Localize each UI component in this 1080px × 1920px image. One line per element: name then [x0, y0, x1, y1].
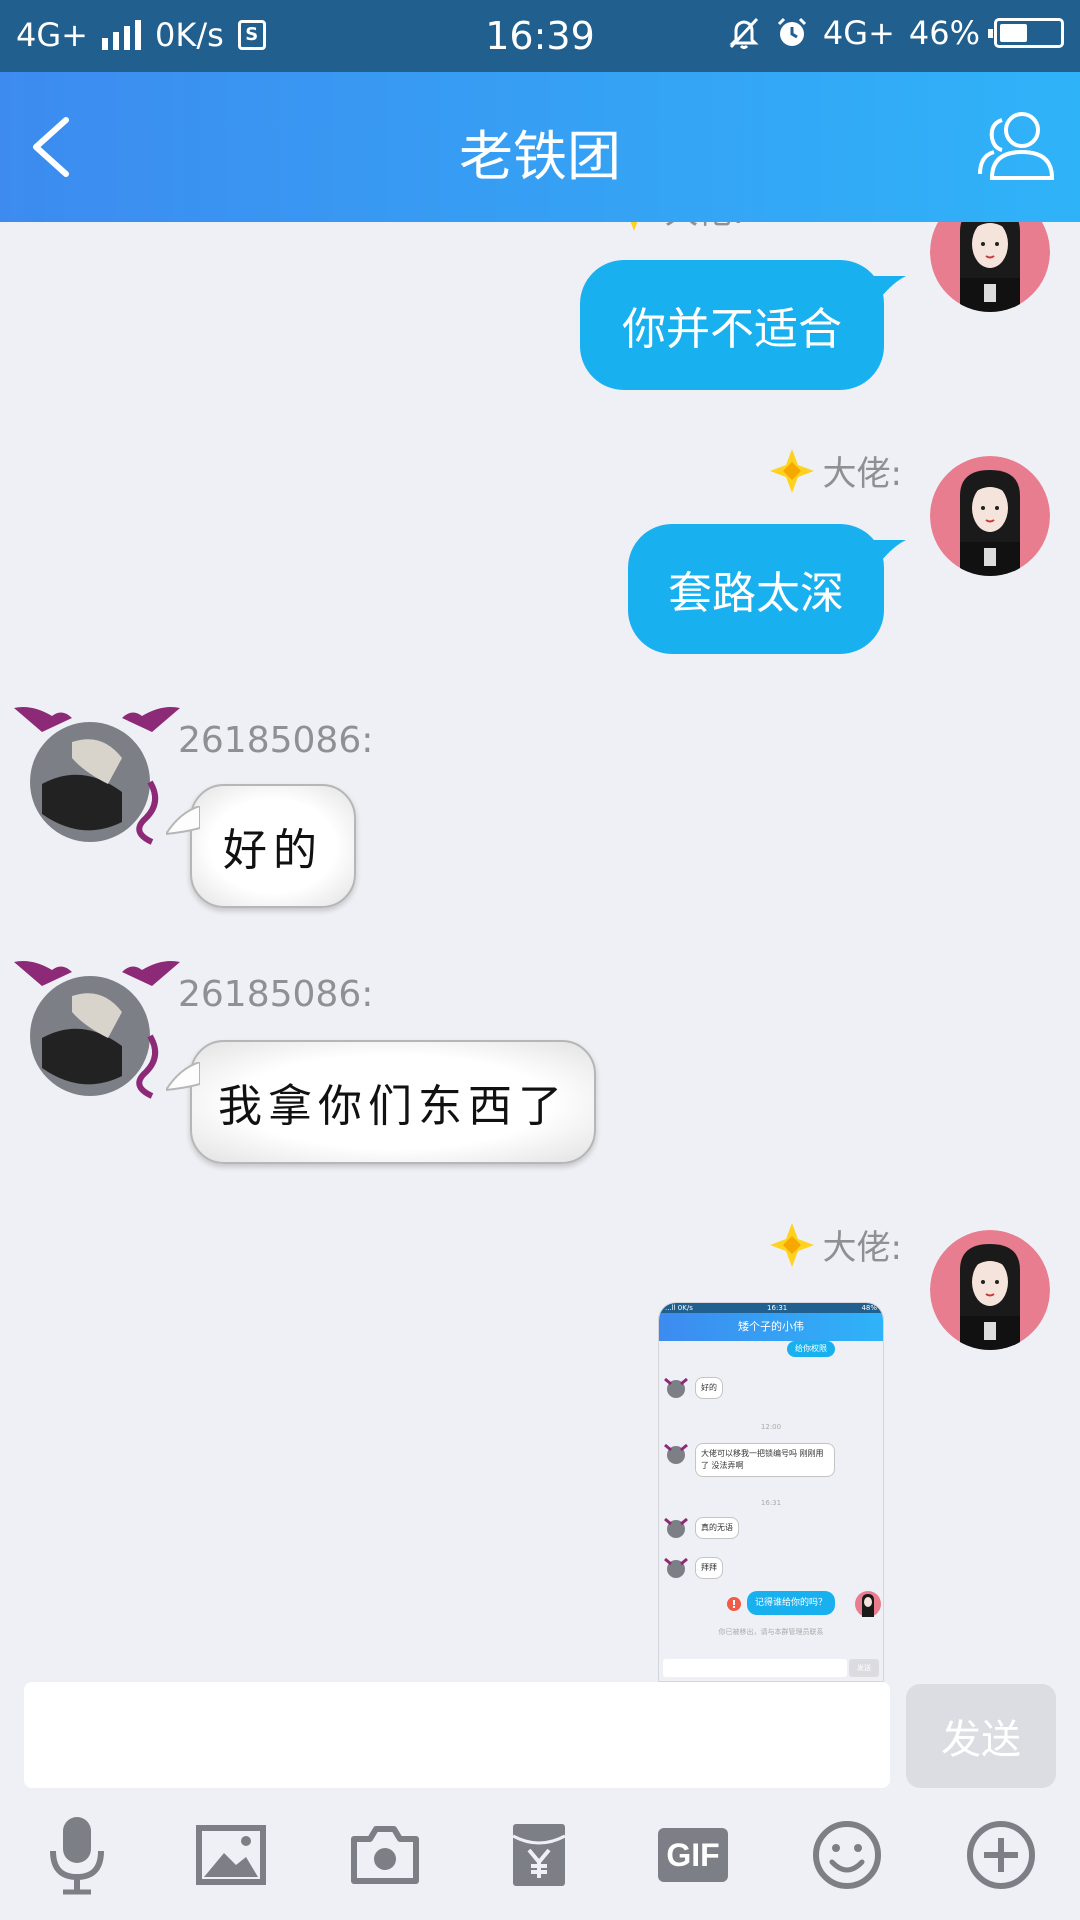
- devil-avatar-icon[interactable]: [12, 702, 182, 852]
- input-toolbar: GIF: [0, 1810, 1080, 1910]
- thumb-avatar-icon: [855, 1591, 881, 1617]
- thumb-bubble: 大佬可以移我一把锁编号吗 刚刚用了 没法弄啊: [695, 1443, 835, 1477]
- star-badge-icon: [769, 448, 814, 493]
- image-message[interactable]: ...ll 0K/s 16:31 48% 矮个子的小伟 给你权限 好的 12:0…: [658, 1302, 884, 1682]
- group-members-icon[interactable]: [976, 108, 1056, 184]
- thumb-bubble: 真的无语: [695, 1517, 739, 1539]
- message-input[interactable]: [24, 1682, 890, 1788]
- sender-label: 大佬:: [611, 222, 744, 233]
- sender-label: 大佬:: [769, 1220, 902, 1269]
- thumb-avatar-icon: [664, 1443, 688, 1464]
- microphone-icon[interactable]: [32, 1810, 122, 1900]
- thumb-send: 发送: [849, 1659, 879, 1677]
- thumb-avatar-icon: [664, 1557, 688, 1578]
- sender-label: 大佬:: [769, 446, 902, 495]
- plus-icon[interactable]: [956, 1810, 1046, 1900]
- message-bubble[interactable]: 我拿你们东西了: [166, 1040, 596, 1164]
- thumb-notice: 你已被移出，请与本群管理员联系: [718, 1628, 824, 1636]
- thumb-time: 16:31: [760, 1499, 782, 1507]
- message-bubble[interactable]: 你并不适合: [580, 260, 906, 390]
- status-bar: 4G+ 0K/s S 16:39 4G+ 46%: [0, 0, 1080, 72]
- devil-avatar-icon[interactable]: [12, 956, 182, 1106]
- thumb-avatar-icon: [664, 1377, 688, 1398]
- thumb-bubble: 给你权限: [787, 1341, 835, 1357]
- avatar[interactable]: [930, 222, 1050, 312]
- composer: 发送 GIF: [0, 1682, 1080, 1920]
- gif-icon[interactable]: GIF: [648, 1810, 738, 1900]
- emoji-icon[interactable]: [802, 1810, 892, 1900]
- message-list[interactable]: 大佬: 你并不适合 大佬:: [0, 222, 1080, 1682]
- error-icon: [727, 1597, 741, 1611]
- star-badge-icon: [630, 222, 637, 231]
- battery-icon: [988, 18, 1064, 48]
- star-badge-icon: [769, 1222, 814, 1267]
- image-icon[interactable]: [186, 1810, 276, 1900]
- user-avatar-icon: [930, 456, 1050, 576]
- thumb-status-bar: ...ll 0K/s 16:31 48%: [659, 1303, 883, 1313]
- message-bubble[interactable]: 套路太深: [628, 524, 906, 654]
- send-button[interactable]: 发送: [906, 1684, 1056, 1788]
- thumb-bubble: 好的: [695, 1377, 723, 1399]
- sender-uid: 26185086:: [178, 974, 374, 1015]
- sender-uid: 26185086:: [178, 720, 374, 761]
- battery-percent: 46%: [908, 14, 980, 52]
- message-bubble[interactable]: 好的: [166, 784, 356, 908]
- thumb-bubble: 拜拜: [695, 1557, 723, 1579]
- group-title: 老铁团: [459, 125, 621, 188]
- chat-header: 老铁团: [0, 72, 1080, 222]
- alarm-icon: [777, 17, 806, 46]
- thumb-avatar-icon: [664, 1517, 688, 1538]
- camera-icon[interactable]: [340, 1810, 430, 1900]
- mute-bell-icon: [729, 17, 759, 49]
- thumb-bubble: 记得谁给你的吗？: [747, 1591, 836, 1615]
- red-packet-icon[interactable]: [494, 1810, 584, 1900]
- user-avatar-icon: [930, 222, 1050, 312]
- avatar[interactable]: [930, 456, 1050, 576]
- user-avatar-icon: [930, 1230, 1050, 1350]
- network-type-right: 4G+: [822, 14, 895, 52]
- thumb-input: [663, 1659, 847, 1677]
- thumb-time: 12:00: [760, 1423, 782, 1431]
- thumb-title: 矮个子的小伟: [659, 1313, 883, 1341]
- avatar[interactable]: [930, 1230, 1050, 1350]
